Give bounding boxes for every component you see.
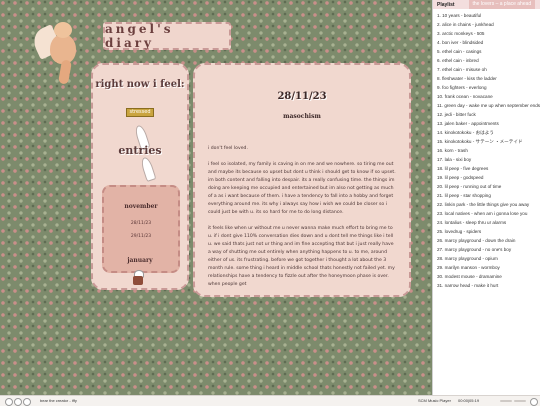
track-item[interactable]: 23. local natives - when am i gonna lose…: [437, 209, 540, 218]
track-item[interactable]: 29. marilyn manson - wormboy: [437, 263, 540, 272]
track-item[interactable]: 10. frank ocean - novacane: [437, 92, 540, 101]
seek-slider[interactable]: [514, 400, 526, 402]
track-item[interactable]: 30. modest mouse - dramamine: [437, 272, 540, 281]
playlist-header: Playlist the lovers – a place ahead: [433, 0, 540, 9]
track-item[interactable]: 1. 10 years - beautiful: [437, 11, 540, 20]
track-item[interactable]: 9. foo fighters - everlong: [437, 83, 540, 92]
blog-title-banner: angel's diary: [103, 22, 231, 50]
entry-paragraph: i don't feel loved.: [208, 146, 248, 151]
feather-icon: [139, 156, 157, 182]
music-player-bar: bear the creator - iffy SCM Music Player…: [0, 395, 540, 406]
track-item[interactable]: 17. lala - sixi boy: [437, 155, 540, 164]
track-item[interactable]: 12. jedi - bitter fuck: [437, 110, 540, 119]
track-list: 1. 10 years - beautiful 2. alice in chai…: [433, 9, 540, 290]
track-item[interactable]: 27. marcy playground - no one's boy: [437, 245, 540, 254]
entry-paragraph: it feels like when ur without me u never…: [208, 226, 395, 287]
track-item[interactable]: 7. ethel cain - misuse oh: [437, 65, 540, 74]
track-item[interactable]: 4. bon iver - blindsided: [437, 38, 540, 47]
entries-month-label[interactable]: january: [93, 257, 187, 264]
track-item[interactable]: 18. lil peep - five degrees: [437, 164, 540, 173]
entries-heading: entries: [118, 144, 162, 157]
blog-title: angel's diary: [105, 22, 174, 50]
entry-paragraph: i feel so isolated, my family is caving …: [208, 162, 396, 215]
track-item[interactable]: 25. lovedrug - spiders: [437, 227, 540, 236]
playlist-tab[interactable]: the lovers – a place ahead: [468, 0, 536, 9]
feel-heading: right now i feel:: [95, 79, 185, 90]
track-item[interactable]: 11. green day - wake me up when septembe…: [437, 101, 540, 110]
track-item[interactable]: 14. kinokotokoku - おはよう: [437, 128, 540, 137]
track-item[interactable]: 22. linkin park - the little things give…: [437, 200, 540, 209]
track-item[interactable]: 3. arctic monkeys - 505: [437, 29, 540, 38]
entry-link[interactable]: 28/11/23: [104, 221, 178, 226]
track-item[interactable]: 26. marcy playground - down the drain: [437, 236, 540, 245]
pixel-figure-icon: [133, 270, 144, 285]
track-item[interactable]: 28. marcy playground - opium: [437, 254, 540, 263]
track-item[interactable]: 16. korn - trash: [437, 146, 540, 155]
entry-title: masochism: [283, 113, 321, 120]
entry-date: 28/11/23: [277, 91, 327, 102]
track-item[interactable]: 5. ethel cain - casings: [437, 47, 540, 56]
entry-body: i don't feel loved. i feel so isolated, …: [208, 145, 396, 295]
track-item[interactable]: 6. ethel cain - inbred: [437, 56, 540, 65]
track-item[interactable]: 13. jalen baker - appointments: [437, 119, 540, 128]
diary-page: angel's diary right now i feel: stressed…: [0, 0, 432, 395]
sidebar-panel: right now i feel: stressed entries novem…: [91, 63, 189, 290]
playlist-title: Playlist: [437, 1, 455, 8]
mood-badge: stressed: [126, 108, 154, 117]
track-item[interactable]: 8. fleshwater - kiss the ladder: [437, 74, 540, 83]
cherub-illustration: [28, 14, 98, 88]
track-item[interactable]: 19. lil peep - godspeed: [437, 173, 540, 182]
track-item[interactable]: 24. lontalius - sleep thru ur alarms: [437, 218, 540, 227]
volume-slider[interactable]: [500, 400, 512, 402]
track-item[interactable]: 31. narrow head - make it hurt: [437, 281, 540, 290]
entries-month-label: november: [124, 203, 158, 210]
track-item[interactable]: 15. kinokotokoku - サテーン ・メーテイド: [437, 137, 540, 146]
music-playlist: Playlist the lovers – a place ahead 1. 1…: [432, 0, 540, 395]
entry-panel: 28/11/23 masochism i don't feel loved. i…: [193, 63, 411, 297]
track-item[interactable]: 2. alice in chains - junkhead: [437, 20, 540, 29]
entry-link[interactable]: 29/11/23: [104, 234, 178, 239]
track-item[interactable]: 21. lil peep - star shopping: [437, 191, 540, 200]
track-item[interactable]: 20. lil peep - running out of time: [437, 182, 540, 191]
